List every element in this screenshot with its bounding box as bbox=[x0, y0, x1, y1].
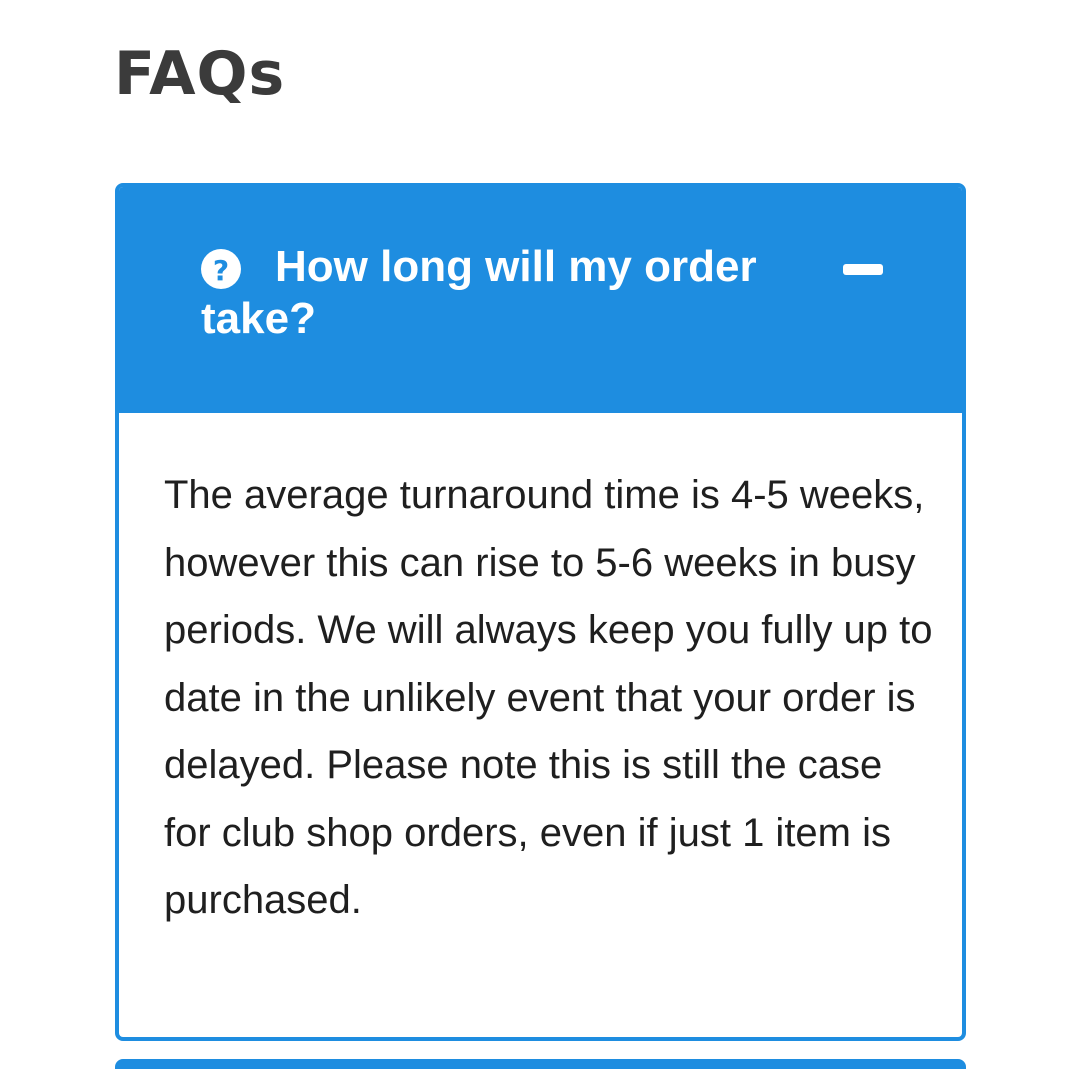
faq-item: ? How long will my order take? The avera… bbox=[115, 183, 966, 1041]
faq-answer-text: The average turnaround time is 4-5 weeks… bbox=[164, 473, 933, 922]
collapse-toggle-button[interactable] bbox=[839, 253, 887, 285]
next-faq-item-header[interactable] bbox=[115, 1059, 966, 1069]
minus-icon bbox=[843, 263, 883, 275]
faq-question-header[interactable]: ? How long will my order take? bbox=[119, 187, 962, 413]
page-title: FAQs bbox=[114, 39, 286, 109]
faq-question-text: How long will my order take? bbox=[201, 242, 757, 343]
